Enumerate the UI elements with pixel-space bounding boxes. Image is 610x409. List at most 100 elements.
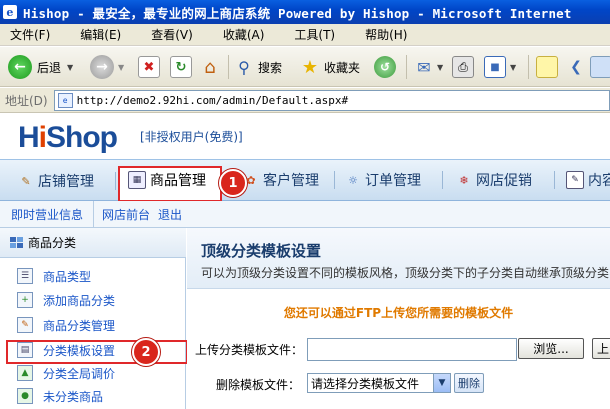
ie-logo-icon: e	[3, 5, 17, 19]
edit-icon: ✎	[17, 317, 33, 333]
mail-dropdown-icon[interactable]: ▼	[437, 63, 443, 72]
nav-store-promotion-label: 网店促销	[476, 173, 532, 189]
store-icon: ✎	[21, 174, 31, 188]
refresh-icon: ↻	[170, 56, 192, 78]
history-icon: ↺	[374, 56, 396, 78]
search-button[interactable]: ⚲ 搜索	[234, 53, 282, 81]
nav-product-management-label: 商品管理	[150, 173, 206, 189]
browser-toolbar: ← 后退 ▼ → ▼ ✖ ↻ ⌂ ⚲ 搜索 ★ 收藏夹 ↺ ✉ ▼ ⎙ ■ ▼ …	[0, 47, 610, 87]
sidebar-item-uncategorized[interactable]: ● 未分类商品	[0, 386, 186, 406]
nav-store-management[interactable]: ✎ 店铺管理	[18, 160, 94, 202]
step-badge-2: 2	[132, 338, 160, 366]
menu-bar: 文件(F) 编辑(E) 查看(V) 收藏(A) 工具(T) 帮助(H)	[0, 24, 610, 46]
toolbar-separator	[406, 55, 407, 79]
discuss-button[interactable]	[536, 53, 558, 81]
mail-button[interactable]: ✉ ▼	[414, 53, 443, 81]
history-button[interactable]: ↺	[374, 53, 396, 81]
toolbar-separator	[528, 55, 529, 79]
nav-order-management-label: 订单管理	[365, 173, 421, 189]
grid-icon: ▦	[128, 171, 146, 189]
menu-view[interactable]: 查看(V)	[151, 26, 193, 43]
sidebar-item-label: 添加商品分类	[43, 293, 116, 308]
nav-store-promotion[interactable]: ❄ 网店促销	[456, 159, 532, 201]
nav-separator	[442, 171, 443, 189]
nav-order-management[interactable]: ☼ 订单管理	[345, 159, 421, 201]
upload-label: 上传分类模板文件：	[195, 343, 304, 357]
edit-dropdown-icon[interactable]: ▼	[510, 63, 516, 72]
sidebar-item-global-price[interactable]: ▲ 分类全局调价	[0, 363, 186, 383]
note-icon	[536, 56, 558, 78]
sidebar-item-category-management[interactable]: ✎ 商品分类管理	[0, 315, 186, 335]
window-title-bar: e Hishop - 最安全，最专业的网上商店系统 Powered by His…	[0, 0, 610, 24]
sidebar-item-label: 分类模板设置	[43, 343, 116, 358]
template-icon: ▤	[17, 342, 33, 358]
ftp-notice: 您还可以通过FTP上传您所需要的模板文件	[283, 306, 514, 320]
messenger-button[interactable]: ❮	[566, 53, 586, 81]
sidebar-item-label: 商品类型	[43, 269, 92, 284]
order-icon: ☼	[348, 173, 358, 187]
template-file-select[interactable]: 请选择分类模板文件 ▼	[307, 373, 451, 393]
logout-link[interactable]: 退出	[158, 201, 182, 228]
sidebar-item-product-type[interactable]: ☰ 商品类型	[0, 266, 186, 286]
page-description: 可以为顶级分类设置不同的模板风格，顶级分类下的子分类自动继承顶级分类	[201, 266, 610, 280]
print-icon: ⎙	[452, 56, 474, 78]
nav-store-management-label: 店铺管理	[38, 174, 94, 190]
add-icon: +	[17, 292, 33, 308]
back-label: 后退	[37, 60, 62, 75]
product-type-icon: ☰	[17, 268, 33, 284]
delete-button[interactable]: 删除	[454, 373, 484, 393]
nav-content-label: 内容	[588, 173, 610, 189]
template-select-value: 请选择分类模板文件	[311, 376, 420, 391]
menu-tools[interactable]: 工具(T)	[294, 26, 335, 43]
search-icon: ⚲	[238, 57, 250, 77]
home-button[interactable]: ⌂	[200, 53, 220, 81]
promotion-icon: ❄	[459, 173, 469, 187]
business-info-link[interactable]: 即时营业信息	[11, 201, 83, 228]
address-input[interactable]: e http://demo2.92hi.com/admin/Default.as…	[53, 89, 610, 111]
sidebar-heading-label: 商品分类	[28, 236, 77, 250]
price-icon: ▲	[17, 365, 33, 381]
menu-edit[interactable]: 编辑(E)	[80, 26, 121, 43]
store-front-link[interactable]: 网店前台	[102, 201, 150, 228]
back-button[interactable]: ← 后退 ▼	[8, 53, 73, 81]
menu-help[interactable]: 帮助(H)	[365, 26, 407, 43]
refresh-button[interactable]: ↻	[170, 53, 192, 81]
stop-icon: ✖	[138, 56, 160, 78]
back-arrow-icon: ←	[8, 55, 32, 79]
sidebar-item-label: 商品分类管理	[43, 318, 116, 333]
template-file-input[interactable]	[307, 338, 517, 361]
menu-file[interactable]: 文件(F)	[10, 26, 50, 43]
page-header: HiShop [非授权用户(免费)]	[0, 114, 610, 159]
edit-button[interactable]: ■ ▼	[484, 53, 516, 81]
chevron-down-icon: ▼	[433, 374, 450, 392]
page-icon: e	[57, 92, 73, 108]
delete-label: 删除模板文件：	[216, 378, 301, 392]
content-icon: ✎	[566, 171, 584, 189]
back-dropdown-icon[interactable]: ▼	[67, 63, 73, 72]
forward-dropdown-icon[interactable]: ▼	[118, 63, 124, 72]
sidebar-item-add-category[interactable]: + 添加商品分类	[0, 290, 186, 310]
print-button[interactable]: ⎙	[452, 53, 474, 81]
forward-button[interactable]: → ▼	[90, 53, 124, 81]
nav-separator	[334, 171, 335, 189]
nav-product-management[interactable]: ▦ 商品管理	[128, 159, 206, 201]
edit-page-icon: ■	[484, 56, 506, 78]
sidebar-heading: 商品分类	[0, 228, 186, 258]
content-header: 顶级分类模板设置 可以为顶级分类设置不同的模板风格，顶级分类下的子分类自动继承顶…	[187, 228, 610, 289]
stop-button[interactable]: ✖	[138, 53, 160, 81]
nav-customer-management-label: 客户管理	[263, 173, 319, 189]
browse-button[interactable]: 浏览...	[518, 338, 584, 359]
research-button[interactable]	[590, 53, 610, 81]
nav-content[interactable]: ✎ 内容	[566, 159, 610, 201]
uncategorized-icon: ●	[17, 388, 33, 404]
nav-customer-management[interactable]: ✿ 客户管理	[243, 159, 319, 201]
forward-arrow-icon: →	[90, 55, 114, 79]
favorites-button[interactable]: ★ 收藏夹	[300, 53, 360, 81]
page-title: 顶级分类模板设置	[201, 242, 322, 260]
sidebar-item-label: 未分类商品	[43, 389, 104, 404]
upload-button[interactable]: 上	[592, 338, 610, 359]
favorites-label: 收藏夹	[324, 60, 361, 75]
research-icon	[590, 56, 610, 78]
favorites-star-icon: ★	[301, 56, 319, 78]
menu-favorites[interactable]: 收藏(A)	[223, 26, 265, 43]
